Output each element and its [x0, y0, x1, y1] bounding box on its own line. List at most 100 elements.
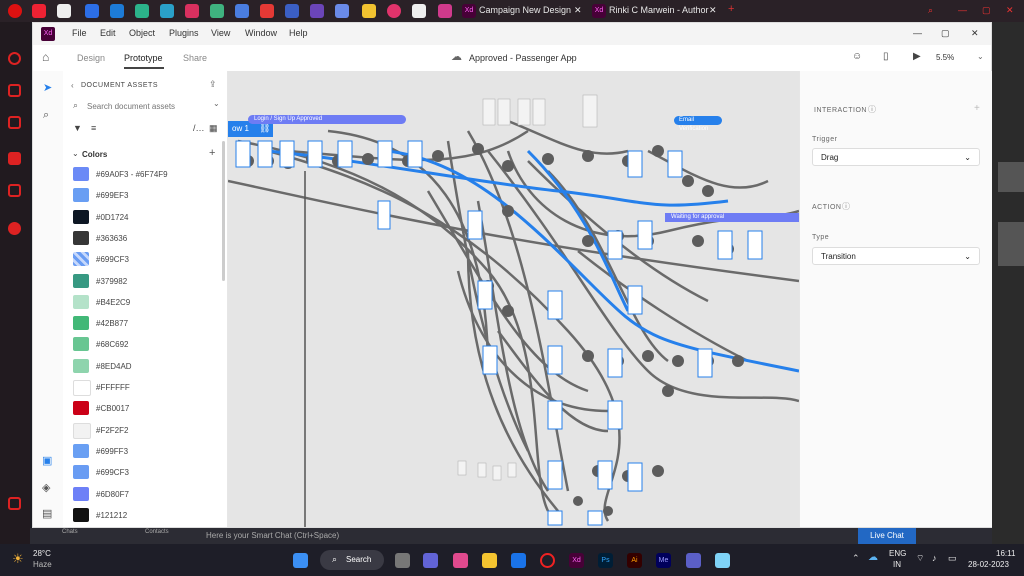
extension-icon[interactable]: [8, 116, 21, 129]
tab-favicon[interactable]: [412, 4, 426, 18]
close-icon[interactable]: ✕: [971, 28, 979, 39]
color-swatch-label[interactable]: #6D80F7: [96, 490, 129, 499]
layers-icon[interactable]: ◈: [42, 481, 50, 494]
region-indicator[interactable]: IN: [893, 560, 901, 569]
color-swatch-label[interactable]: #0D1724: [96, 213, 128, 222]
color-swatch-label[interactable]: #699FF3: [96, 447, 128, 456]
type-select[interactable]: Transition ⌄: [812, 247, 980, 265]
tab-favicon[interactable]: [335, 4, 349, 18]
menu-object[interactable]: Object: [129, 28, 155, 38]
menu-window[interactable]: Window: [245, 28, 277, 38]
whatsapp-icon[interactable]: [8, 222, 21, 235]
tab-favicon[interactable]: [185, 4, 199, 18]
tab-favicon[interactable]: [438, 4, 452, 18]
color-swatch[interactable]: [73, 422, 91, 439]
tab-favicon[interactable]: [160, 4, 174, 18]
color-swatch-label[interactable]: #699CF3: [96, 255, 129, 264]
tab-favicon[interactable]: [310, 4, 324, 18]
tab-title[interactable]: Campaign New Design: [479, 5, 571, 15]
windows-start-icon[interactable]: [293, 553, 308, 568]
plugins-icon[interactable]: ▤: [42, 507, 52, 520]
color-swatch[interactable]: [73, 486, 89, 501]
photoshop-icon[interactable]: Ps: [598, 553, 613, 568]
colors-section-label[interactable]: Colors: [82, 150, 107, 159]
color-swatch[interactable]: [73, 273, 89, 288]
tab-favicon[interactable]: [135, 4, 149, 18]
notepad-icon[interactable]: [715, 553, 730, 568]
clock-time[interactable]: 16:11: [996, 549, 1015, 558]
chevron-up-icon[interactable]: ⌃: [852, 553, 860, 564]
smart-chat-input[interactable]: Here is your Smart Chat (Ctrl+Space): [206, 531, 339, 540]
play-icon[interactable]: ▶: [913, 51, 921, 62]
tab-prototype[interactable]: Prototype: [124, 53, 163, 63]
grid-view-icon[interactable]: ▦: [209, 123, 218, 134]
color-swatch[interactable]: [73, 380, 91, 396]
color-swatch[interactable]: [73, 188, 89, 203]
search-input[interactable]: [85, 98, 209, 114]
app-icon[interactable]: [453, 553, 468, 568]
illustrator-icon[interactable]: Ai: [627, 553, 642, 568]
tab-favicon[interactable]: [85, 4, 99, 18]
teams-chat-icon[interactable]: [686, 553, 701, 568]
link-icon[interactable]: ⛓: [259, 123, 270, 134]
tab-favicon[interactable]: [235, 4, 249, 18]
list-view-icon[interactable]: /…: [193, 123, 205, 133]
tab-title[interactable]: Rinki C Marwein - Author: [609, 5, 709, 15]
color-swatch[interactable]: [73, 294, 89, 309]
color-swatch[interactable]: [73, 465, 89, 480]
contacts-link[interactable]: Contacts: [145, 529, 169, 535]
home-icon[interactable]: ⌂: [42, 50, 49, 64]
menu-file[interactable]: File: [72, 28, 87, 38]
maximize-icon[interactable]: ▢: [982, 5, 991, 16]
wifi-icon[interactable]: ⌔: [916, 553, 924, 564]
tab-close-icon[interactable]: ✕: [574, 5, 582, 16]
canvas[interactable]: ow 1 ⛓ Login / Sign Up Approved Email Ve…: [228, 71, 799, 527]
search-icon[interactable]: ⌕: [928, 5, 933, 16]
zoom-tool-icon[interactable]: ⌕: [43, 109, 49, 122]
tab-favicon[interactable]: [110, 4, 124, 18]
live-chat-button[interactable]: Live Chat: [858, 528, 916, 544]
color-swatch[interactable]: [73, 358, 89, 373]
new-tab-icon[interactable]: +: [728, 3, 734, 15]
menu-view[interactable]: View: [211, 28, 230, 38]
color-swatch-label[interactable]: #B4E2C9: [96, 298, 130, 307]
clock-date[interactable]: 28-02-2023: [968, 560, 1009, 569]
filter-icon[interactable]: ▼: [73, 123, 82, 133]
user-icon[interactable]: ☺: [852, 51, 862, 62]
tab-favicon[interactable]: [210, 4, 224, 18]
task-view-icon[interactable]: [395, 553, 410, 568]
speed-dial-icon[interactable]: [8, 52, 21, 65]
tab-favicon-active[interactable]: [57, 4, 71, 18]
document-title[interactable]: Approved - Passenger App: [469, 53, 577, 63]
opera-icon[interactable]: [540, 553, 555, 568]
tab-close-icon[interactable]: ✕: [709, 5, 717, 16]
menu-edit[interactable]: Edit: [100, 28, 116, 38]
tab-favicon[interactable]: [32, 4, 46, 18]
trigger-select[interactable]: Drag ⌄: [812, 148, 980, 166]
maximize-icon[interactable]: ▢: [941, 28, 950, 39]
weather-desc[interactable]: Haze: [33, 560, 52, 569]
close-icon[interactable]: ✕: [1006, 5, 1014, 16]
minimize-icon[interactable]: —: [913, 28, 922, 38]
color-swatch-label[interactable]: #68C692: [96, 340, 128, 349]
bag-icon[interactable]: [8, 84, 21, 97]
weather-temp[interactable]: 28°C: [33, 549, 51, 558]
add-interaction-icon[interactable]: +: [974, 103, 980, 114]
language-indicator[interactable]: ENG: [889, 549, 906, 558]
color-swatch[interactable]: [73, 209, 89, 224]
color-swatch[interactable]: [73, 507, 89, 522]
color-swatch[interactable]: [73, 401, 89, 416]
color-swatch[interactable]: [73, 230, 89, 245]
color-swatch-label[interactable]: #CB0017: [96, 404, 129, 413]
onedrive-icon[interactable]: ☁: [868, 552, 878, 563]
color-swatch[interactable]: [73, 252, 89, 267]
color-swatch-label[interactable]: #699CF3: [96, 468, 129, 477]
battery-icon[interactable]: ▭: [948, 553, 957, 564]
settings-icon[interactable]: [8, 497, 21, 510]
color-swatch[interactable]: [73, 443, 89, 458]
assets-icon[interactable]: ▣: [42, 454, 52, 467]
tab-share[interactable]: Share: [183, 53, 207, 63]
tab-favicon[interactable]: [387, 4, 401, 18]
color-swatch-label[interactable]: #8ED4AD: [96, 362, 132, 371]
opera-icon[interactable]: [8, 4, 22, 18]
